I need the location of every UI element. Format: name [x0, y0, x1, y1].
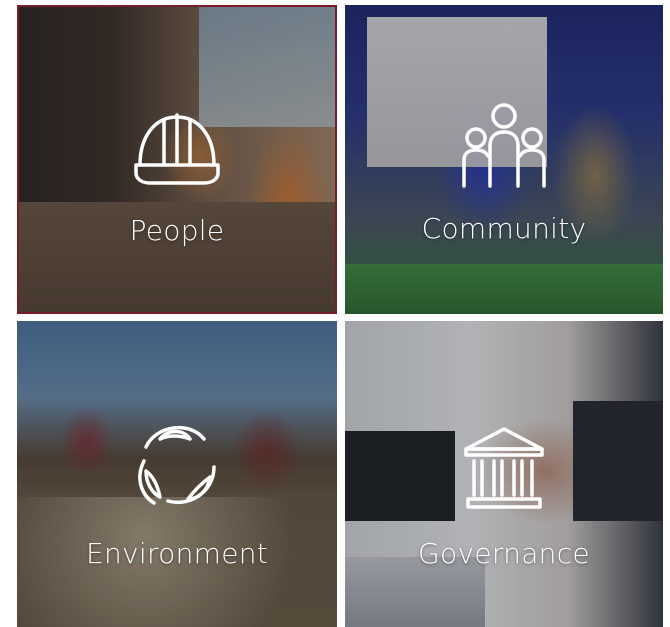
tile-label-people: People [129, 214, 225, 247]
group-icon [462, 103, 546, 188]
tile-governance[interactable]: Governance [345, 321, 663, 627]
tile-people[interactable]: People [17, 5, 337, 314]
tile-label-community: Community [421, 212, 587, 245]
pillar-building-icon [464, 427, 544, 509]
recycle-leaf-icon [138, 425, 216, 505]
tile-environment[interactable]: Environment [17, 321, 337, 627]
hard-hat-icon [134, 113, 220, 185]
tile-label-environment: Environment [85, 537, 269, 570]
tile-label-governance: Governance [418, 537, 590, 570]
tile-community[interactable]: Community [345, 5, 663, 314]
